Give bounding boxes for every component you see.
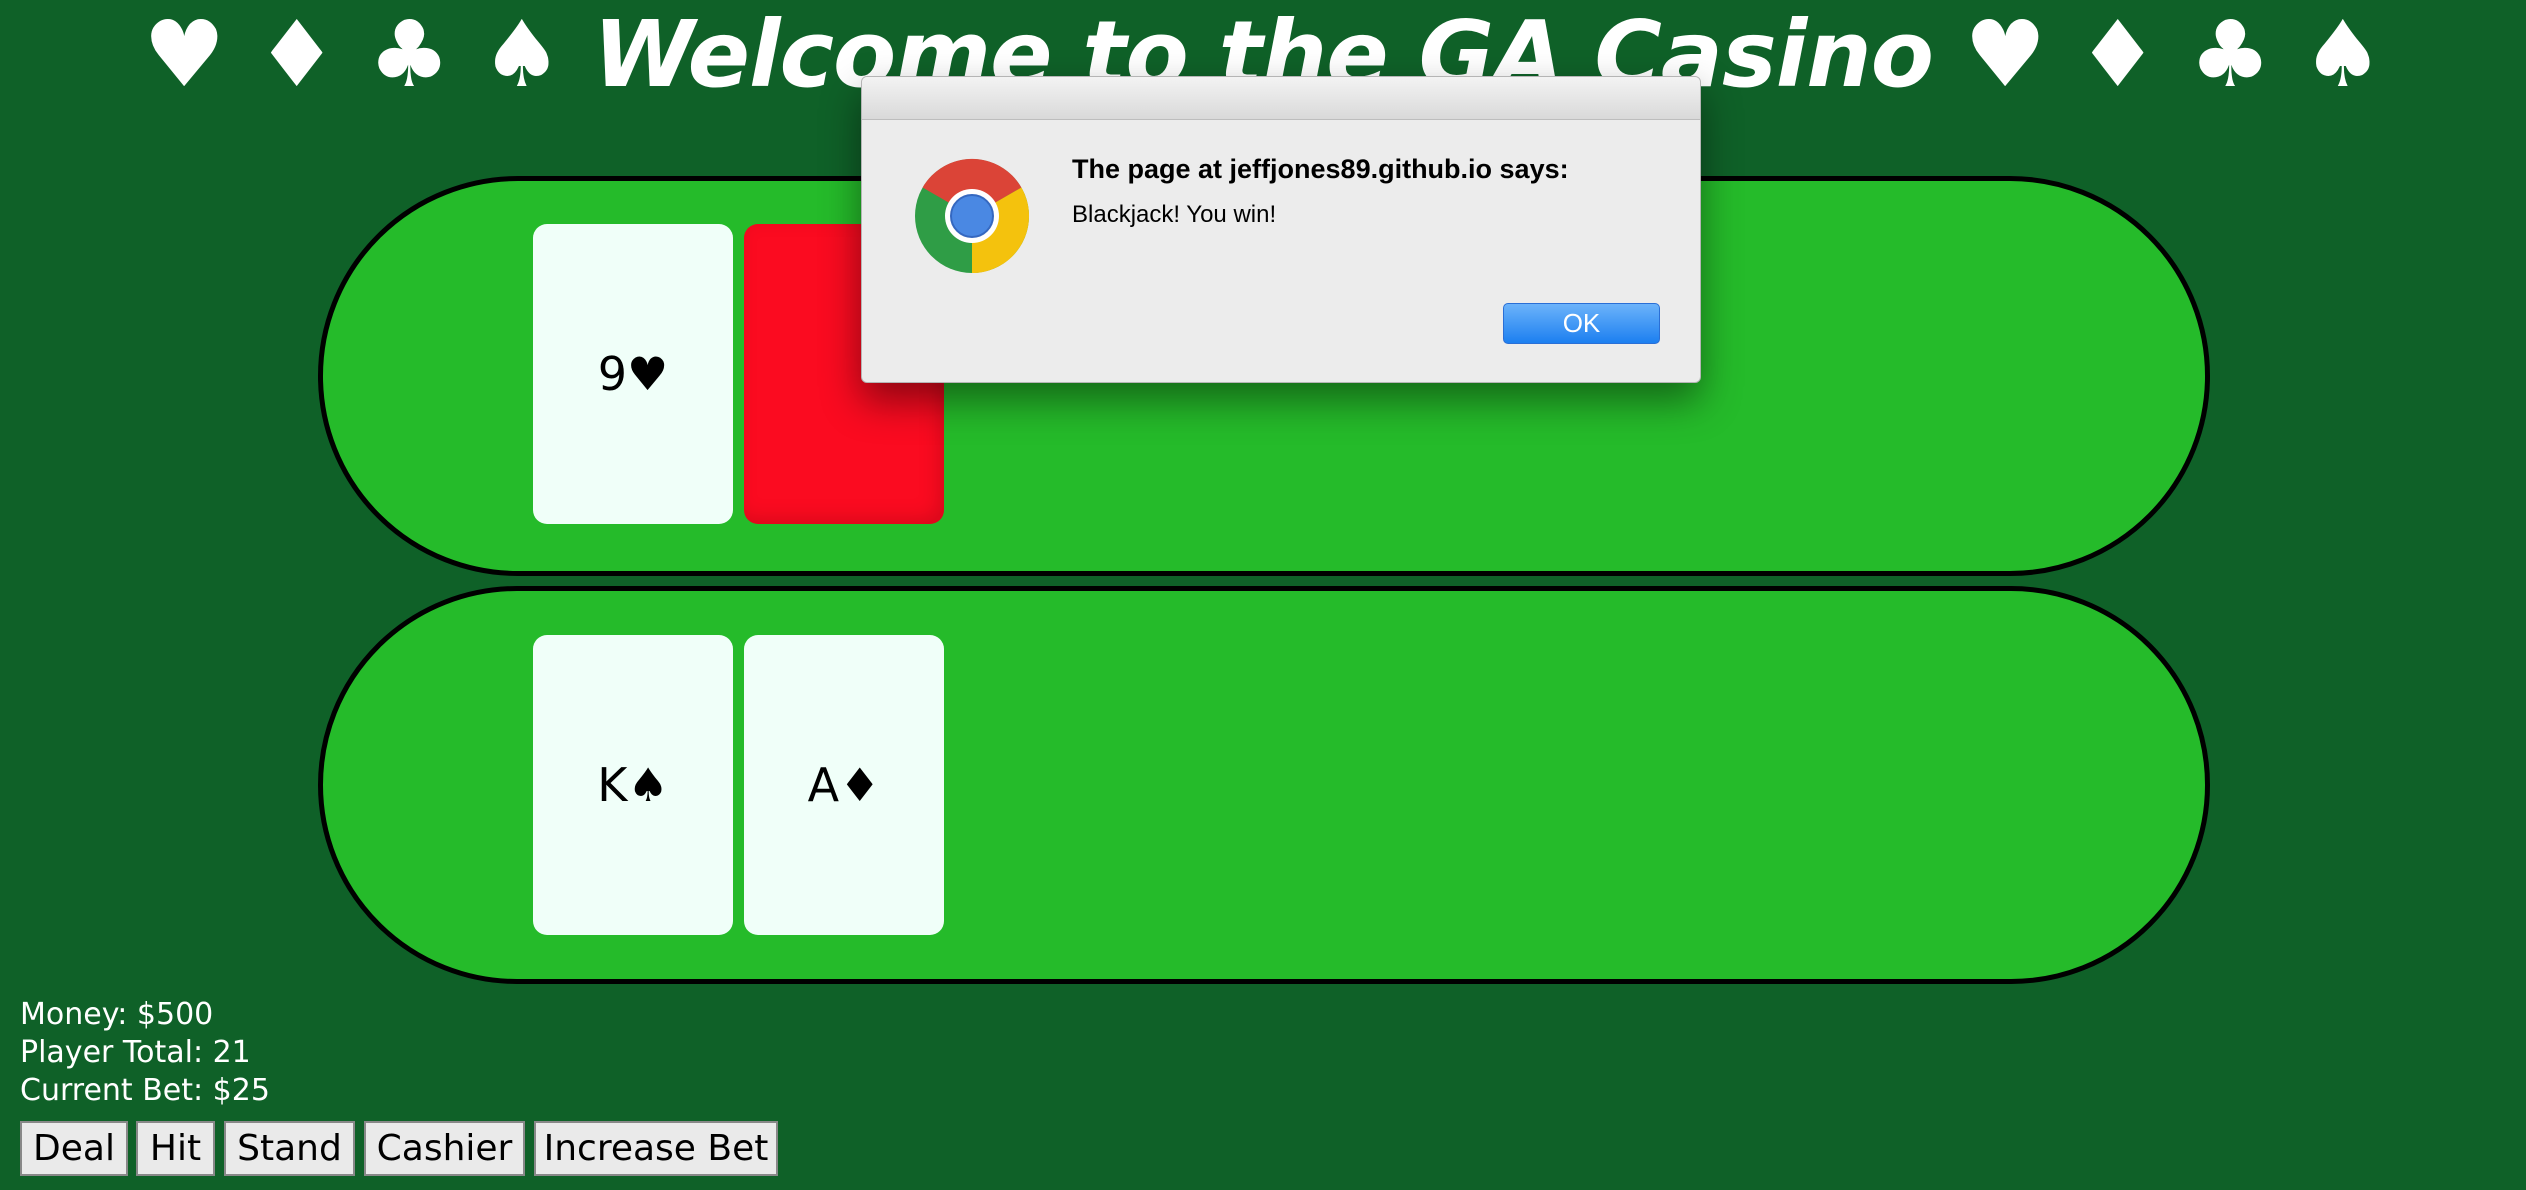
money-display: Money: $500 — [20, 997, 214, 1032]
alert-dialog: The page at jeffjones89.github.io says: … — [861, 76, 1701, 383]
dialog-heading: The page at jeffjones89.github.io says: — [1072, 154, 1569, 184]
dealer-card-1: 9♥ — [533, 224, 733, 524]
player-total-display: Player Total: 21 — [20, 1035, 251, 1070]
player-card-1: K♠ — [533, 635, 733, 935]
dialog-message: Blackjack! You win! — [1072, 201, 1277, 228]
deal-button[interactable]: Deal — [20, 1121, 128, 1176]
player-card-2: A♦ — [744, 635, 944, 935]
ok-button[interactable]: OK — [1503, 303, 1660, 344]
cashier-button[interactable]: Cashier — [364, 1121, 525, 1176]
stand-button[interactable]: Stand — [224, 1121, 355, 1176]
dialog-title-bar — [862, 77, 1700, 120]
player-table: K♠ A♦ — [318, 586, 2210, 984]
hit-button[interactable]: Hit — [136, 1121, 215, 1176]
increase-bet-button[interactable]: Increase Bet — [534, 1121, 778, 1176]
current-bet-display: Current Bet: $25 — [20, 1073, 270, 1108]
chrome-logo-icon — [915, 158, 1030, 273]
